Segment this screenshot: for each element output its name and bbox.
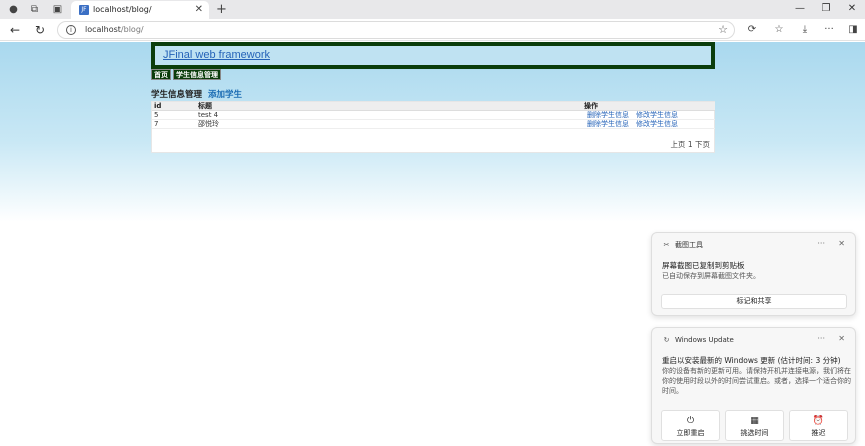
snip-notification[interactable]: ✂ 截图工具 ··· ✕ 屏幕截图已复制到剪贴板 已自动保存到屏幕截图文件夹。 … [651, 232, 856, 316]
back-button[interactable]: ← [7, 22, 23, 38]
restart-now-button[interactable]: ⏻ 立即重启 [661, 410, 720, 441]
browser-window: ● ⧉ ▣ JF localhost/blog/ ✕ + — ❐ ✕ ← ↻ i… [0, 0, 865, 446]
notification-app-name: 截图工具 [675, 241, 703, 249]
column-header-id: id [152, 102, 196, 111]
close-window-button[interactable]: ✕ [842, 2, 862, 16]
button-label: 挑选时间 [740, 429, 769, 437]
tab-close-icon[interactable]: ✕ [195, 3, 203, 17]
pagination: 上页 1 下页 [670, 140, 710, 150]
sidebar-icon[interactable]: ◨ [846, 22, 860, 38]
table-row: 5 test 4 删除学生信息 修改学生信息 [152, 110, 715, 120]
refresh-button[interactable]: ↻ [32, 22, 48, 38]
cell-id: 5 [152, 110, 196, 120]
column-header-title: 标题 [196, 102, 582, 111]
menu-item-students[interactable]: 学生信息管理 [173, 69, 221, 80]
more-icon[interactable]: ··· [822, 22, 836, 38]
delete-student-link[interactable]: 删除学生信息 [587, 111, 629, 119]
notification-close-icon[interactable]: ✕ [838, 239, 845, 249]
edit-student-link[interactable]: 修改学生信息 [636, 111, 678, 119]
table-row: 7 邵悦玲 删除学生信息 修改学生信息 [152, 119, 715, 129]
notification-body: 你的设备有新的更新可用。请保持开机并连接电源，我们将在你的使用时段以外的时间尝试… [662, 367, 851, 395]
update-icon: ↻ [663, 336, 670, 344]
notification-body: 已自动保存到屏幕截图文件夹。 [662, 272, 760, 280]
favicon-icon: JF [79, 5, 89, 15]
url-host: localhost [85, 25, 121, 34]
windows-update-notification[interactable]: ↻ Windows Update ··· ✕ 重启以安装最新的 Windows … [651, 327, 856, 444]
section-title: 学生信息管理 [151, 90, 203, 100]
site-header: JFinal web framework [151, 42, 715, 69]
notification-more-icon[interactable]: ··· [817, 334, 825, 344]
tab-actions-icon[interactable]: ▣ [51, 3, 64, 16]
student-table-panel: id 标题 操作 5 test 4 删除学生信息 修改学生信息 7 邵悦玲 删除学… [151, 101, 715, 153]
main-menu: 首页 学生信息管理 [151, 69, 223, 80]
student-table: id 标题 操作 5 test 4 删除学生信息 修改学生信息 7 邵悦玲 删除学… [152, 102, 715, 129]
tab-title: localhost/blog/ [93, 5, 152, 14]
snipping-tool-icon: ✂ [663, 241, 670, 249]
menu-item-home[interactable]: 首页 [151, 69, 171, 80]
notification-close-icon[interactable]: ✕ [838, 334, 845, 344]
pick-time-button[interactable]: ▦ 挑选时间 [725, 410, 784, 441]
notification-title: 屏幕截图已复制到剪贴板 [662, 261, 745, 270]
alarm-icon: ⏰ [812, 416, 825, 426]
notification-more-icon[interactable]: ··· [817, 239, 825, 249]
power-icon: ⏻ [686, 416, 695, 426]
info-icon[interactable]: i [66, 25, 76, 35]
cell-actions: 删除学生信息 修改学生信息 [582, 110, 715, 120]
cell-actions: 删除学生信息 修改学生信息 [582, 119, 715, 129]
minimize-button[interactable]: — [790, 2, 810, 16]
mark-and-share-button[interactable]: 标记和共享 [661, 294, 847, 309]
collections-icon[interactable]: ⧉ [28, 3, 41, 16]
browser-tab[interactable]: JF localhost/blog/ ✕ [71, 1, 209, 19]
extensions-icon[interactable]: ⟳ [745, 22, 759, 38]
new-tab-button[interactable]: + [216, 1, 227, 18]
section-header: 学生信息管理 添加学生 [151, 89, 242, 101]
profile-icon[interactable]: ● [7, 3, 20, 16]
button-label: 推迟 [811, 429, 826, 437]
star-icon[interactable]: ☆ [718, 22, 728, 38]
calendar-icon: ▦ [750, 416, 759, 426]
url-text[interactable]: localhost/blog/ [85, 24, 144, 36]
delete-student-link[interactable]: 删除学生信息 [587, 120, 629, 128]
maximize-button[interactable]: ❐ [816, 2, 836, 16]
header-link[interactable]: JFinal web framework [163, 49, 270, 61]
address-bar[interactable]: i localhost/blog/ ☆ [57, 21, 735, 39]
button-label: 立即重启 [676, 429, 705, 437]
browser-toolbar: ← ↻ i localhost/blog/ ☆ ⟳ ☆ ⤓ ··· ◨ [0, 19, 865, 41]
downloads-icon[interactable]: ⤓ [798, 22, 812, 38]
add-student-link[interactable]: 添加学生 [208, 90, 242, 100]
prev-page-link[interactable]: 上页 [670, 140, 685, 149]
cell-title: 邵悦玲 [196, 119, 582, 129]
url-path: /blog/ [120, 25, 144, 34]
favorites-icon[interactable]: ☆ [772, 22, 786, 38]
notification-title: 重启以安装最新的 Windows 更新 (估计时间: 3 分钟) [662, 356, 841, 365]
next-page-link[interactable]: 下页 [695, 140, 710, 149]
cell-title: test 4 [196, 110, 582, 120]
title-bar: ● ⧉ ▣ JF localhost/blog/ ✕ + — ❐ ✕ [0, 0, 865, 19]
cell-id: 7 [152, 119, 196, 129]
notification-app-name: Windows Update [675, 336, 734, 344]
table-header-row: id 标题 操作 [152, 102, 715, 111]
column-header-actions: 操作 [582, 102, 715, 111]
snooze-button[interactable]: ⏰ 推迟 [789, 410, 848, 441]
current-page: 1 [687, 140, 693, 149]
edit-student-link[interactable]: 修改学生信息 [636, 120, 678, 128]
